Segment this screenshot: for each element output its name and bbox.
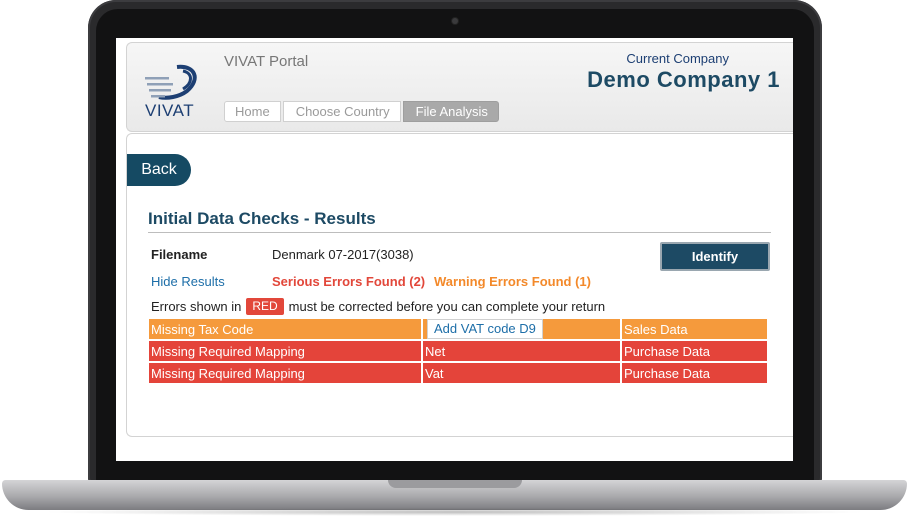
detail-cell: Add VAT code D9	[422, 319, 622, 341]
issue-cell: Missing Required Mapping	[149, 340, 423, 363]
category-cell: Purchase Data	[621, 362, 769, 385]
note-suffix: must be corrected before you can complet…	[288, 299, 606, 314]
table-row: Missing Required Mapping Net Purchase Da…	[149, 340, 769, 363]
table-row: Missing Required Mapping Vat Purchase Da…	[149, 362, 769, 385]
breadcrumb: Home Choose Country File Analysis	[224, 101, 501, 122]
category-cell: Sales Data	[621, 319, 769, 341]
app-header: VIVAT VIVAT Portal Home Choose Country F…	[126, 42, 793, 132]
app-screen: VIVAT VIVAT Portal Home Choose Country F…	[116, 38, 793, 461]
laptop-base-notch	[388, 480, 522, 488]
breadcrumb-file-analysis[interactable]: File Analysis	[402, 101, 499, 122]
table-row: Missing Tax Code Add VAT code D9 Sales D…	[149, 319, 769, 341]
breadcrumb-choose-country[interactable]: Choose Country	[282, 101, 401, 122]
company-label: Current Company	[626, 51, 729, 66]
add-vat-code-link[interactable]: Add VAT code D9	[427, 319, 543, 339]
issue-cell: Missing Tax Code	[149, 319, 423, 341]
filename-label: Filename	[151, 247, 208, 262]
laptop-shadow	[40, 508, 869, 516]
detail-cell: Vat	[422, 362, 622, 385]
company-name: Demo Company 1	[587, 67, 780, 92]
main-content: Back Initial Data Checks - Results Filen…	[126, 133, 793, 437]
title-divider	[148, 232, 771, 233]
section-title: Initial Data Checks - Results	[148, 209, 376, 228]
issue-cell: Missing Required Mapping	[149, 362, 423, 385]
note-prefix: Errors shown in	[151, 299, 242, 314]
red-badge: RED	[246, 298, 284, 315]
serious-errors-count: Serious Errors Found (2)	[272, 274, 426, 289]
warning-errors-count: Warning Errors Found (1)	[434, 274, 591, 289]
back-button[interactable]: Back	[127, 154, 191, 186]
errors-note: Errors shown in RED must be corrected be…	[151, 298, 605, 315]
webcam-icon	[452, 18, 458, 24]
logo-text: VIVAT	[145, 101, 195, 120]
results-table: Missing Tax Code Add VAT code D9 Sales D…	[149, 319, 769, 385]
identify-button[interactable]: Identify	[660, 242, 770, 271]
category-cell: Purchase Data	[621, 340, 769, 363]
detail-cell: Net	[422, 340, 622, 363]
portal-title: VIVAT Portal	[224, 53, 309, 70]
hide-results-link[interactable]: Hide Results	[151, 274, 225, 289]
filename-value: Denmark 07-2017(3038)	[272, 247, 414, 262]
breadcrumb-home[interactable]: Home	[224, 101, 281, 122]
